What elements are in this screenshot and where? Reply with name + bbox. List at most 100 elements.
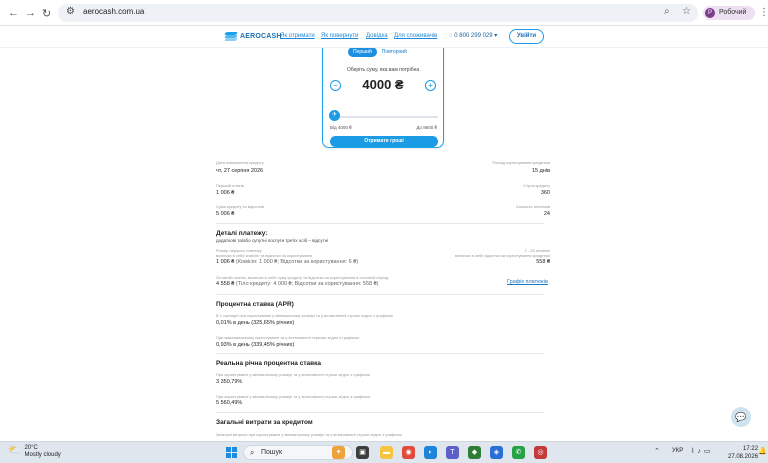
- loan-term-value: 360: [540, 190, 550, 196]
- whatsapp-icon[interactable]: ✆: [512, 446, 525, 459]
- tab-repeat-loan[interactable]: Повторний: [377, 47, 412, 57]
- search-icon: ⌕: [250, 448, 255, 457]
- last-payment-label: Останній платіж, включає в себе суму кре…: [216, 275, 389, 280]
- total-cost-value: 5 006 ₴: [216, 211, 235, 217]
- profile-button[interactable]: Р Робочий: [703, 6, 755, 20]
- loan-term-label: Строк кредиту: [523, 183, 550, 188]
- site-header: AEROCASH Як отримати Як повернути Довідк…: [0, 26, 768, 48]
- aerocash-logo-icon: [224, 32, 238, 41]
- payment-count-label: Кількість платежів: [516, 204, 550, 209]
- language-indicator[interactable]: УКР: [672, 448, 683, 454]
- divider: [216, 412, 544, 413]
- system-tray-icons[interactable]: ⌇♪▭: [691, 447, 714, 455]
- middle-payments-sublabel: включає в себе відсотки за користування …: [454, 253, 550, 258]
- browser-toolbar: ← → ↻ ⚙ aerocash.com.ua ⌕ ☆ Р Робочий ⋮: [0, 0, 768, 26]
- divider: [216, 294, 544, 295]
- nav-help[interactable]: Довідка: [366, 33, 388, 39]
- first-payment-label: Перший платіж: [216, 183, 245, 188]
- bird-app-icon[interactable]: ✦: [332, 446, 345, 459]
- notification-bell-icon[interactable]: 🔔: [758, 447, 767, 455]
- decrease-amount-button[interactable]: −: [330, 80, 341, 91]
- apr-row1-label: В 1 сценарії при користуванні у мінімаль…: [216, 313, 393, 318]
- app-icon[interactable]: ◈: [490, 446, 503, 459]
- range-max: До 8600 ₴: [416, 125, 437, 130]
- phone-text: 0 800 299 029: [454, 33, 493, 39]
- weather-condition: Mostly cloudy: [24, 452, 61, 458]
- first-payment-amount: 1 006 ₴: [216, 259, 235, 265]
- return-date-label: Дата повернення кредиту: [216, 160, 264, 165]
- clock[interactable]: 17:22 27.08.2026: [728, 445, 758, 461]
- phone-number[interactable]: ◌ 0 800 299 029 ▾: [449, 32, 497, 39]
- apr-row2-label: При максимальному користуванні та у вста…: [216, 335, 360, 340]
- weather-widget[interactable]: ⛅ 20°C Mostly cloudy: [8, 445, 61, 459]
- range-min: Від 4000 ₴: [330, 125, 352, 130]
- partly-cloudy-icon: ⛅: [8, 445, 21, 456]
- profile-avatar: Р: [705, 8, 715, 18]
- site-info-icon[interactable]: ⚙: [66, 6, 75, 17]
- temperature: 20°C: [24, 445, 38, 451]
- get-money-button[interactable]: Отримати гроші: [330, 136, 438, 147]
- apr-row1-value: 0,01% в день (325,65% річних): [216, 320, 295, 326]
- zoom-icon[interactable]: ⌕: [664, 6, 670, 17]
- teams-icon[interactable]: T: [446, 446, 459, 459]
- last-payment-breakdown: (Тіло кредиту: 4 000 ₴; Відсотки за кори…: [235, 281, 379, 287]
- loan-calculator: Перший Повторний Оберіть суму, яка вам п…: [322, 36, 444, 148]
- chrome-icon[interactable]: ◉: [402, 446, 415, 459]
- plane-icon: ✈: [331, 112, 338, 118]
- last-payment-amount: 4 558 ₴: [216, 281, 235, 287]
- chrome-profile-icon[interactable]: ◎: [534, 446, 547, 459]
- file-explorer-icon[interactable]: ▬: [380, 446, 393, 459]
- chat-bubble-icon[interactable]: 💬: [731, 407, 751, 427]
- site-logo[interactable]: AEROCASH: [224, 32, 282, 41]
- last-payment-value: 4 558 ₴ (Тіло кредиту: 4 000 ₴; Відсотки…: [216, 281, 379, 287]
- real-rate-row2-label: При користуванні у мінімальному розмірі …: [216, 394, 371, 399]
- weather-text: 20°C Mostly cloudy: [24, 445, 60, 459]
- nav-how-to-return[interactable]: Як повернути: [321, 33, 358, 39]
- taskbar: ⛅ 20°C Mostly cloudy ⌕ Пошук ✦ ▣ ▬ ◉ ◐ T …: [0, 441, 768, 463]
- battery-icon: ▭: [703, 448, 714, 455]
- logo-text: AEROCASH: [240, 33, 282, 40]
- payment-schedule-link[interactable]: Графік платежів: [507, 279, 548, 285]
- increase-amount-button[interactable]: +: [425, 80, 436, 91]
- windows-start-icon[interactable]: [226, 447, 237, 458]
- forward-arrow-icon[interactable]: →: [25, 7, 36, 19]
- nav-for-consumers[interactable]: Для споживачів: [394, 33, 437, 39]
- total-costs-title: Загальні витрати за кредитом: [216, 419, 313, 426]
- url-text: aerocash.com.ua: [83, 7, 145, 16]
- payment-count-value: 24: [543, 211, 550, 217]
- bookmark-star-icon[interactable]: ☆: [682, 6, 691, 17]
- amount-slider-track[interactable]: [330, 116, 438, 118]
- loan-type-tabs: Перший Повторний: [348, 47, 412, 57]
- chevron-down-icon: ▾: [494, 33, 498, 39]
- real-rate-row1-value: 3 350,79%: [216, 379, 243, 385]
- clock-time: 17:22: [743, 446, 759, 452]
- term-label: Період користування кредитом: [492, 160, 550, 165]
- address-bar[interactable]: ⚙ aerocash.com.ua ⌕ ☆: [58, 4, 698, 22]
- real-rate-title: Реальна річна процентна ставка: [216, 360, 321, 367]
- profile-name: Робочий: [719, 9, 747, 16]
- menu-kebab-icon[interactable]: ⋮: [759, 7, 768, 18]
- apr-row2-value: 0,93% в день (339,45% річних): [216, 342, 295, 348]
- store-icon[interactable]: ◆: [468, 446, 481, 459]
- back-arrow-icon[interactable]: ←: [8, 7, 19, 19]
- tray-chevron-icon[interactable]: ⌃: [654, 447, 660, 455]
- divider: [216, 223, 544, 224]
- divider: [216, 353, 544, 354]
- task-view-icon[interactable]: ▣: [356, 446, 369, 459]
- first-payment-value: 1 006 ₴: [216, 190, 235, 196]
- login-button[interactable]: Увійти: [509, 29, 544, 44]
- total-cost-label: Сума кредиту та відсотків: [216, 204, 264, 209]
- edge-icon[interactable]: ◐: [424, 446, 437, 459]
- clock-date: 27.08.2026: [728, 454, 759, 460]
- real-rate-row1-label: При користуванні у мінімальному розмірі …: [216, 372, 371, 377]
- reload-icon[interactable]: ↻: [42, 7, 51, 20]
- total-costs-row1-label: Загальні витрати при користуванні у міні…: [216, 432, 402, 437]
- nav-how-to-get[interactable]: Як отримати: [280, 33, 315, 39]
- apr-title: Процентна ставка (APR): [216, 301, 294, 308]
- amount-slider-thumb[interactable]: ✈: [329, 110, 340, 121]
- real-rate-row2-value: 5 560,49%: [216, 400, 243, 406]
- payment-details-title: Деталі платежу:: [216, 230, 268, 237]
- tab-first-loan[interactable]: Перший: [348, 47, 377, 57]
- middle-payments-value: 558 ₴: [536, 259, 550, 265]
- first-payment-size-sublabel: включає в себе комісію та відсотки за ко…: [216, 253, 313, 258]
